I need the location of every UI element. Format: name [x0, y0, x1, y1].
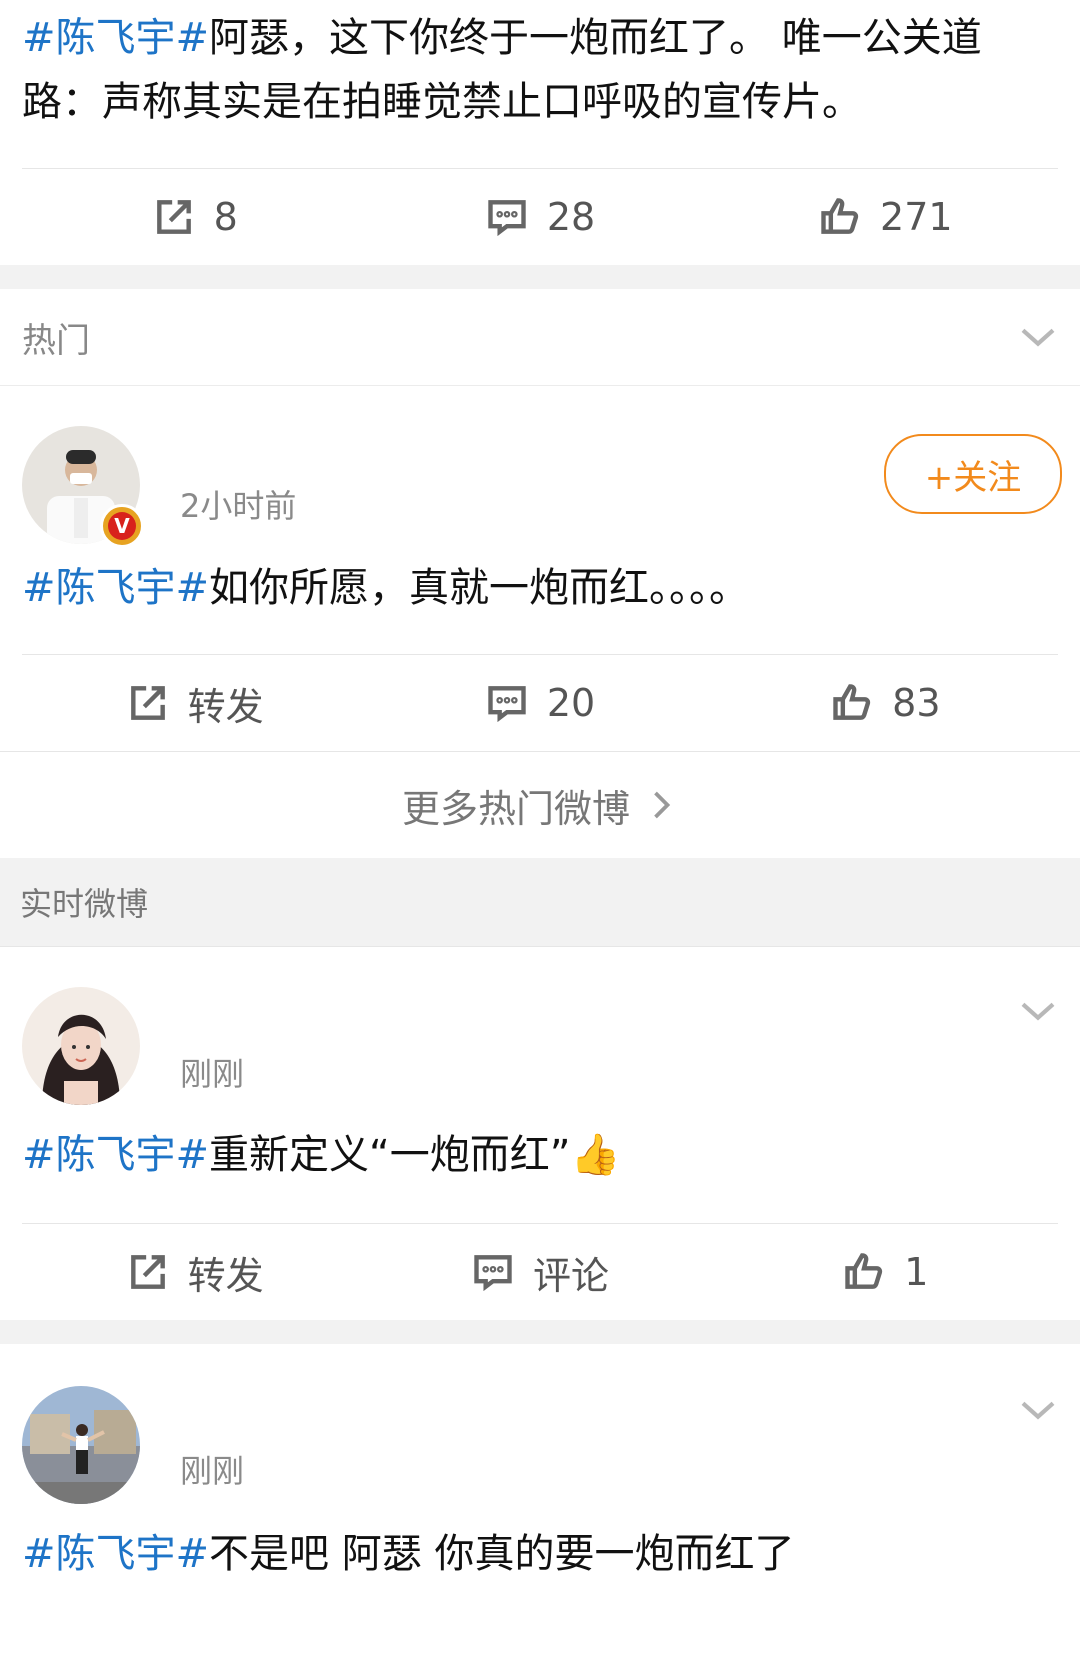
hashtag-link[interactable]: #陈飞宇#: [22, 1531, 209, 1577]
verified-badge-icon: V: [100, 504, 144, 548]
hashtag-link[interactable]: #陈飞宇#: [22, 565, 209, 611]
like-count: 1: [904, 1250, 929, 1294]
hashtag-link[interactable]: #陈飞宇#: [22, 1132, 209, 1178]
like-count: 271: [880, 195, 953, 239]
action-bar: 转发 20 83: [22, 654, 1058, 751]
hashtag-link[interactable]: #陈飞宇#: [22, 15, 209, 61]
comment-icon: [474, 1255, 512, 1292]
like-button[interactable]: 83: [713, 681, 1058, 725]
more-hot-posts-link[interactable]: 更多热门微博: [0, 751, 1080, 858]
top-post: #陈飞宇#阿瑟，这下你终于一炮而红了。 唯一公关道路：声称其实是在拍睡觉禁止口呼…: [0, 0, 1080, 265]
comment-count: 28: [546, 195, 596, 239]
realtime-post: 刚刚 #陈飞宇#重新定义“一炮而红”👍 转发 评论 1: [0, 947, 1080, 1320]
realtime-section-title: 实时微博: [20, 885, 149, 923]
post-text: #陈飞宇#重新定义“一炮而红”👍: [0, 1107, 1080, 1223]
action-bar: 转发 评论 1: [22, 1223, 1058, 1320]
like-icon: [845, 1253, 883, 1289]
hot-section-title: 热门: [22, 320, 90, 361]
comment-button[interactable]: 20: [367, 681, 712, 725]
repost-label: 转发: [187, 1253, 264, 1298]
chevron-down-icon[interactable]: [1018, 317, 1058, 357]
repost-icon: [156, 200, 191, 234]
action-bar: 8 28 271: [22, 168, 1058, 265]
hot-section-header[interactable]: 热门: [0, 289, 1080, 386]
post-body: 如你所愿，真就一炮而红。。。。: [209, 565, 750, 611]
post-body: 重新定义“一炮而红”👍: [209, 1132, 621, 1178]
realtime-post: 刚刚 #陈飞宇#不是吧 阿瑟 你真的要一炮而红了: [0, 1344, 1080, 1586]
comment-count: 20: [546, 681, 596, 725]
like-button[interactable]: 271: [713, 195, 1058, 239]
comment-button[interactable]: 评论: [367, 1245, 712, 1300]
repost-button[interactable]: 转发: [22, 1245, 367, 1300]
realtime-section-header: 实时微博: [0, 858, 1080, 947]
post-text: #陈飞宇#阿瑟，这下你终于一炮而红了。 唯一公关道路：声称其实是在拍睡觉禁止口呼…: [0, 6, 1080, 168]
chevron-right-icon: [654, 791, 671, 819]
post-text: #陈飞宇#如你所愿，真就一炮而红。。。。: [0, 536, 1080, 654]
more-hot-label: 更多热门微博: [401, 786, 630, 831]
repost-icon: [130, 686, 165, 720]
comment-label: 评论: [532, 1253, 609, 1298]
comment-button[interactable]: 28: [367, 195, 712, 239]
section-divider: [0, 1320, 1080, 1344]
follow-button[interactable]: +关注: [884, 434, 1062, 514]
repost-label: 转发: [187, 684, 264, 729]
repost-button[interactable]: 转发: [22, 676, 367, 731]
like-button[interactable]: 1: [713, 1250, 1058, 1294]
post-text: #陈飞宇#不是吧 阿瑟 你真的要一炮而红了: [0, 1504, 1080, 1586]
hot-post: V 2小时前 +关注 #陈飞宇#如你所愿，真就一炮而红。。。。 转发 20 83…: [0, 386, 1080, 858]
section-divider: [0, 265, 1080, 289]
like-icon: [821, 198, 859, 234]
like-icon: [833, 684, 871, 720]
comment-icon: [488, 200, 526, 237]
comment-icon: [488, 686, 526, 723]
repost-button[interactable]: 8: [22, 195, 367, 239]
post-time: 2小时前: [180, 487, 297, 525]
repost-icon: [130, 1255, 165, 1289]
chevron-down-icon[interactable]: [1018, 991, 1058, 1031]
like-count: 83: [892, 681, 941, 725]
post-body: 不是吧 阿瑟 你真的要一炮而红了: [209, 1531, 795, 1577]
post-time: 刚刚: [180, 1452, 245, 1490]
avatar[interactable]: [22, 1386, 140, 1504]
repost-count: 8: [213, 195, 238, 239]
avatar[interactable]: [22, 987, 140, 1105]
post-time: 刚刚: [180, 1055, 245, 1093]
chevron-down-icon[interactable]: [1018, 1390, 1058, 1430]
